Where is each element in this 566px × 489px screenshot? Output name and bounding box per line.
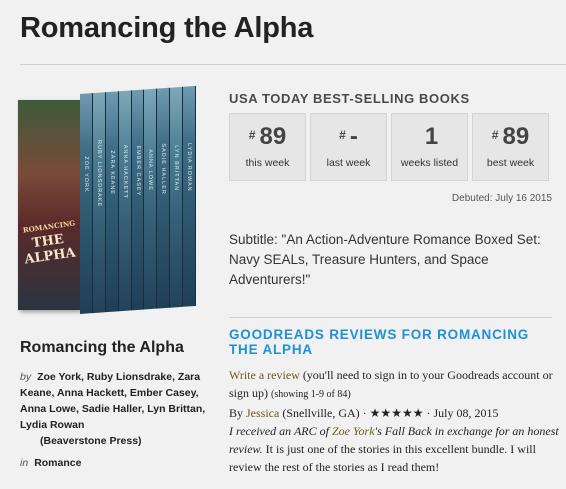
showing-count: (showing 1-9 of 84) <box>271 389 351 400</box>
stat-last-week: # - last week <box>310 113 387 181</box>
cover-spines: ZOE YORK RUBY LIONSDRAKE ZARA KEANE ANNA… <box>80 85 197 314</box>
stat-this-week: #89 this week <box>229 113 306 181</box>
cover-spine: ZOE YORK <box>80 93 93 314</box>
usa-today-heading: USA TODAY BEST-SELLING BOOKS <box>229 91 470 106</box>
cover-spine: ZARA KEANE <box>105 91 119 313</box>
book-cover-image[interactable]: ROMANCING THE ALPHA ZOE YORK RUBY LIONSD… <box>18 85 197 320</box>
cover-front-line2: THE ALPHA <box>23 231 77 268</box>
stat-weeks-listed: 1 weeks listed <box>391 113 468 181</box>
review-date: · July 08, 2015 <box>423 406 499 420</box>
review-text-part3: It is just one of the stories in this ex… <box>229 442 536 474</box>
cover-spine: LYN BRITTAN <box>170 86 184 308</box>
stat-label: best week <box>486 157 535 169</box>
review-text-part1: I received an ARC of <box>229 424 332 438</box>
genre-link[interactable]: Romance <box>34 457 81 469</box>
reviewer-link[interactable]: Jessica <box>246 406 279 420</box>
in-label: in <box>20 457 29 469</box>
stat-best-week: #89 best week <box>472 113 549 181</box>
page-title: Romancing the Alpha <box>20 12 314 44</box>
by-label: by <box>20 371 32 383</box>
cover-spine: ANNA LOWE <box>144 88 158 310</box>
cover-spine: ANNA HACKETT <box>118 90 132 312</box>
stat-value: # - <box>339 123 358 150</box>
cover-spine: LYDIA ROWAN <box>183 85 197 307</box>
author-links[interactable]: Zoe York, Ruby Lionsdrake, Zara Keane, A… <box>20 371 205 431</box>
rating-stars-icon: ★★★★★ <box>369 406 424 420</box>
reviewer-location: (Snellville, GA) · <box>279 406 370 420</box>
book-title: Romancing the Alpha <box>20 339 184 356</box>
write-review-link[interactable]: Write a review <box>229 368 300 382</box>
authors-row: by Zoe York, Ruby Lionsdrake, Zara Keane,… <box>20 369 210 433</box>
bestseller-stats: #89 this week # - last week 1 weeks liste… <box>229 113 549 181</box>
title-divider <box>20 64 566 65</box>
cover-spine: SADIE HALLER <box>157 87 171 309</box>
publisher: (Beaverstone Press) <box>40 435 142 447</box>
stat-value: 1 <box>424 123 439 150</box>
section-divider <box>229 317 552 318</box>
cover-front: ROMANCING THE ALPHA <box>18 100 80 310</box>
genre-row: in Romance <box>20 457 81 469</box>
stat-label: this week <box>245 157 290 169</box>
stat-label: weeks listed <box>400 157 459 169</box>
book-subtitle: Subtitle: "An Action-Adventure Romance B… <box>229 232 541 287</box>
goodreads-heading: GOODREADS REVIEWS FOR ROMANCING THE ALPH… <box>229 327 530 357</box>
stat-label: last week <box>326 157 371 169</box>
cover-spine: EMBER CASEY <box>131 89 145 311</box>
review-author-link[interactable]: Zoe York <box>332 424 375 438</box>
goodreads-reviews: Write a review (you'll need to sign in t… <box>229 366 559 476</box>
debuted-date: Debuted: July 16 2015 <box>451 193 552 204</box>
cover-spine: RUBY LIONSDRAKE <box>92 92 106 314</box>
stat-value: #89 <box>248 123 287 150</box>
stat-value: #89 <box>491 123 530 150</box>
review-by-label: By <box>229 406 247 420</box>
